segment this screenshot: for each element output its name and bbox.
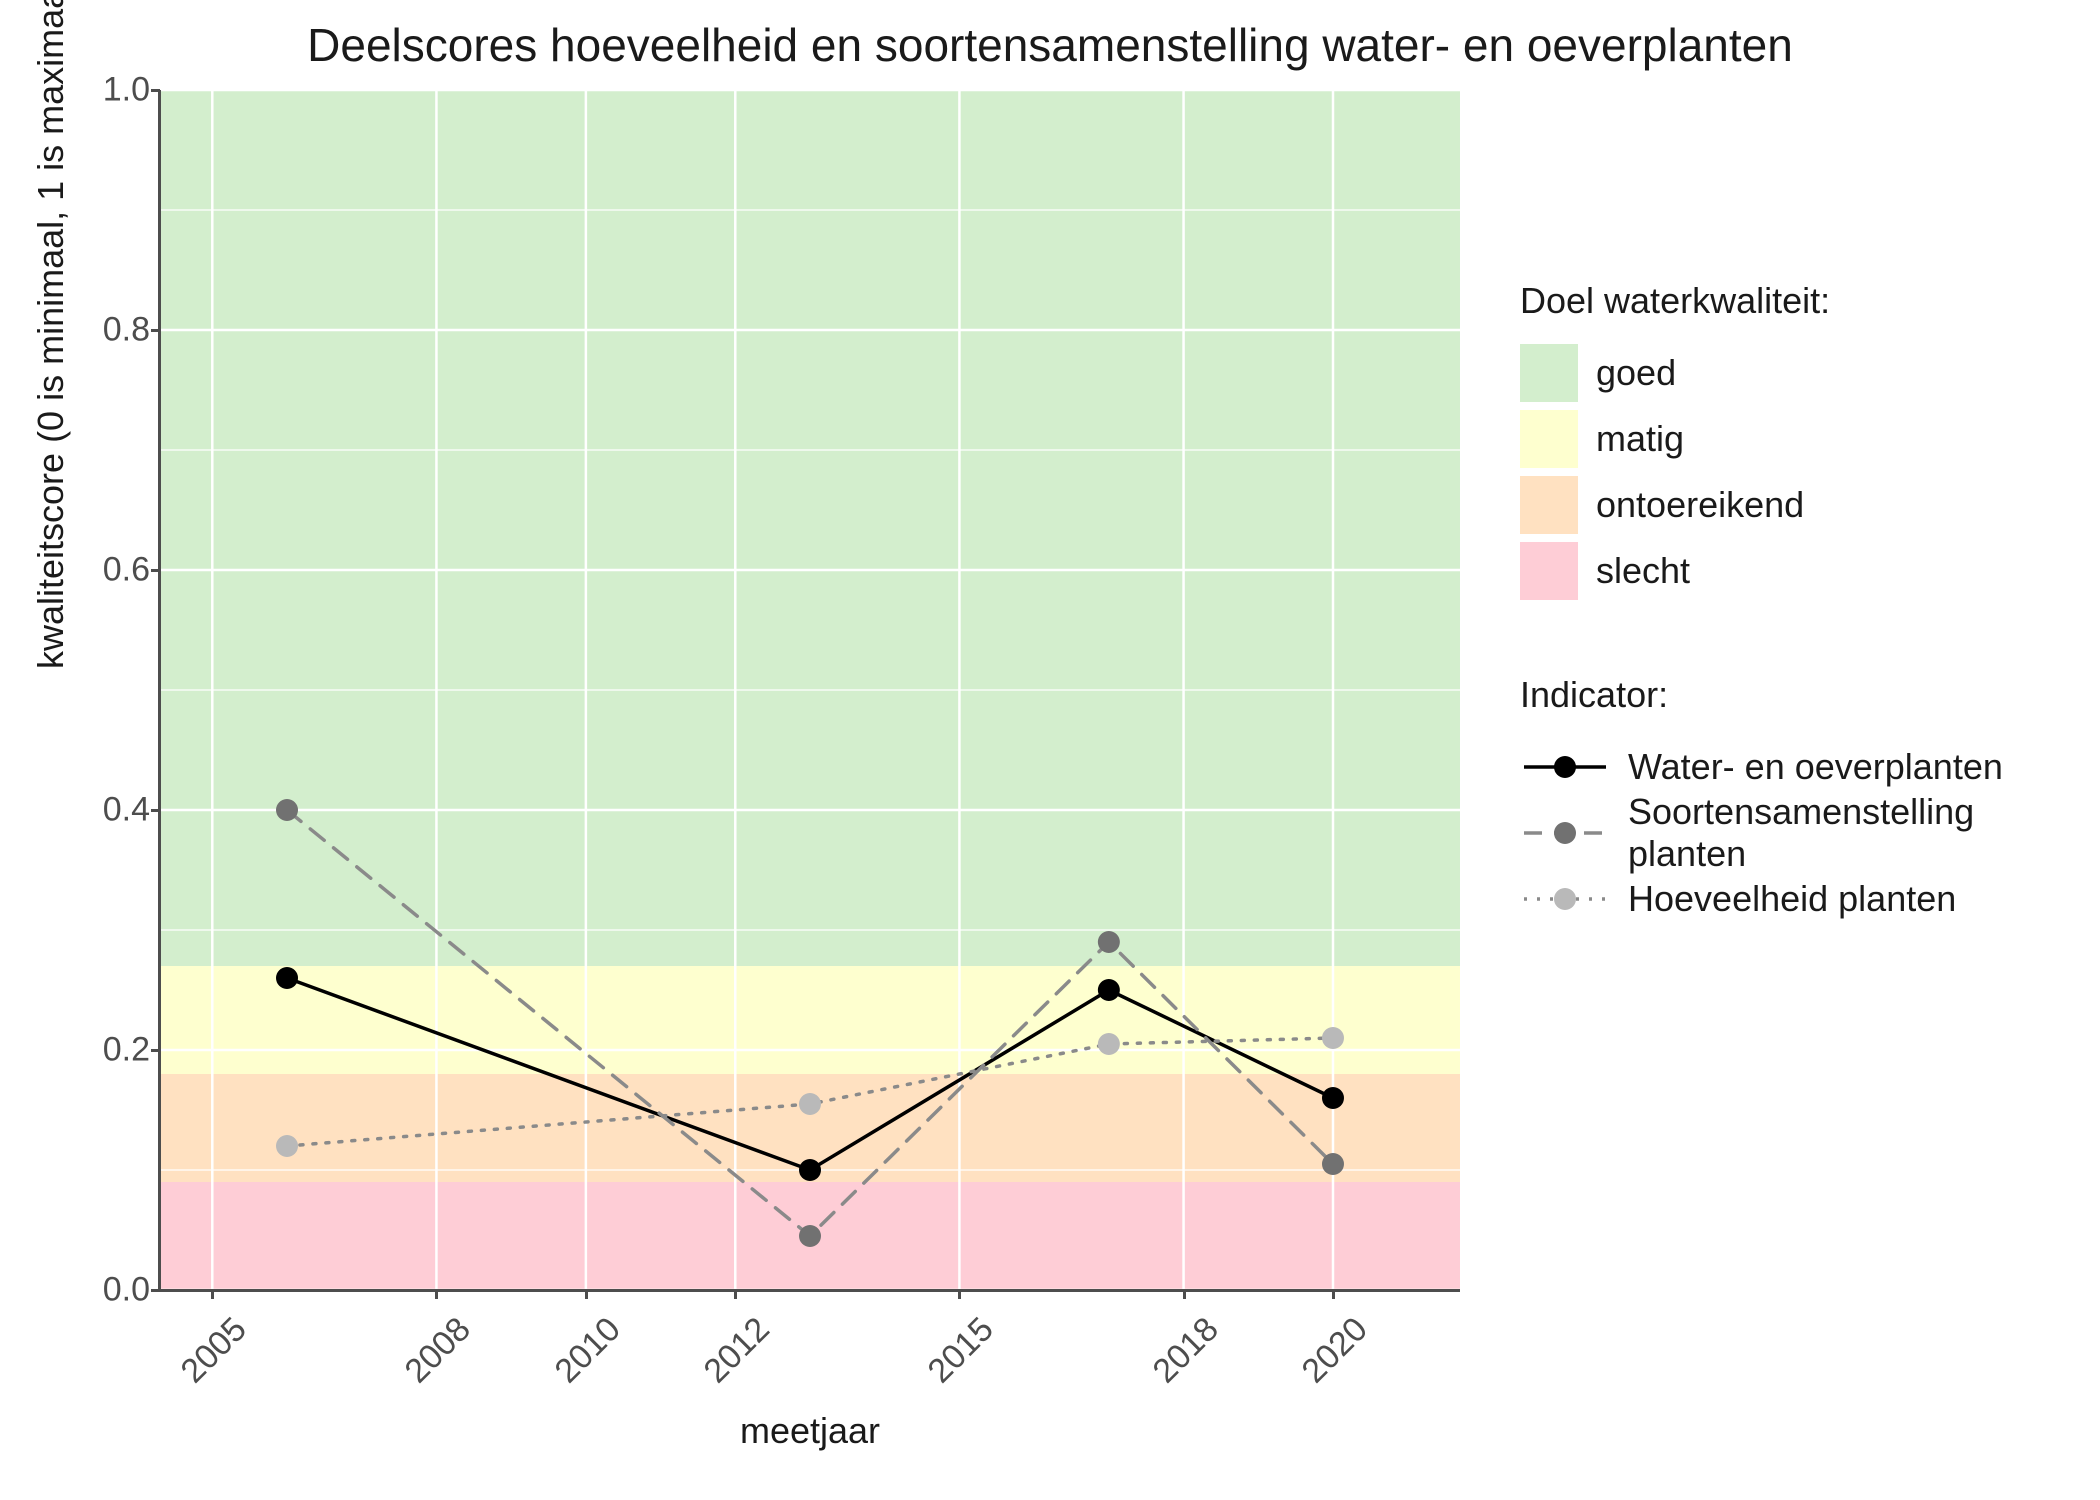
legend-band-item: slecht: [1520, 538, 2100, 604]
x-tick-label: 2010: [516, 1310, 628, 1422]
y-tick-label: 0.2: [50, 1031, 150, 1070]
x-tick-mark: [585, 1290, 588, 1299]
legend-swatch: [1520, 410, 1578, 468]
y-tick-mark: [151, 809, 160, 812]
y-tick-mark: [151, 1289, 160, 1292]
y-tick-mark: [151, 569, 160, 572]
x-tick-mark: [1183, 1290, 1186, 1299]
legend-band-item: matig: [1520, 406, 2100, 472]
legend-series-label: Hoeveelheid planten: [1628, 878, 1956, 920]
chart-title: Deelscores hoeveelheid en soortensamenst…: [0, 18, 2100, 72]
legend-bands-items: goed matig ontoereikend slecht: [1520, 340, 2100, 604]
legend-band-label: goed: [1596, 352, 1676, 394]
legend-bands-title: Doel waterkwaliteit:: [1520, 280, 2100, 322]
legend-series-items: Water- en oeverplantenSoortensamenstelli…: [1520, 734, 2100, 932]
legend-series-sample: [1520, 804, 1610, 862]
legend-series-sample: [1520, 870, 1610, 928]
x-tick-mark: [1332, 1290, 1335, 1299]
series-lines: [160, 90, 1460, 1290]
legend-series-item: Soortensamenstelling planten: [1520, 800, 2100, 866]
legend-band-label: matig: [1596, 418, 1684, 460]
x-axis-title: meetjaar: [160, 1410, 1460, 1452]
x-tick-label: 2015: [890, 1310, 1002, 1422]
x-tick-label: 2020: [1263, 1310, 1375, 1422]
y-tick-mark: [151, 1049, 160, 1052]
legend-swatch: [1520, 344, 1578, 402]
axis-x-line: [160, 1289, 1460, 1292]
legend-series-label: Soortensamenstelling planten: [1628, 791, 2100, 875]
x-tick-mark: [734, 1290, 737, 1299]
legend-swatch: [1520, 476, 1578, 534]
legend-series-item: Hoeveelheid planten: [1520, 866, 2100, 932]
x-tick-label: 2012: [665, 1310, 777, 1422]
y-tick-label: 0.0: [50, 1271, 150, 1310]
legend-swatch: [1520, 542, 1578, 600]
y-tick-label: 0.4: [50, 791, 150, 830]
legend-series-sample: [1520, 738, 1610, 796]
y-axis-title: kwaliteitscore (0 is minimaal, 1 is maxi…: [30, 0, 72, 669]
legend-band-label: ontoereikend: [1596, 484, 1804, 526]
legend-series-title: Indicator:: [1520, 674, 2100, 716]
legend-band-label: slecht: [1596, 550, 1690, 592]
x-tick-mark: [211, 1290, 214, 1299]
legend-band-item: ontoereikend: [1520, 472, 2100, 538]
legend-band-item: goed: [1520, 340, 2100, 406]
x-tick-label: 2018: [1114, 1310, 1226, 1422]
x-tick-label: 2005: [142, 1310, 254, 1422]
x-tick-mark: [435, 1290, 438, 1299]
legend: Doel waterkwaliteit: goed matig ontoereike…: [1520, 280, 2100, 932]
y-tick-mark: [151, 89, 160, 92]
x-tick-label: 2008: [367, 1310, 479, 1422]
axis-y-line: [158, 90, 161, 1290]
y-tick-mark: [151, 329, 160, 332]
x-tick-mark: [958, 1290, 961, 1299]
legend-series-label: Water- en oeverplanten: [1628, 746, 2003, 788]
plot-area: [160, 90, 1460, 1290]
